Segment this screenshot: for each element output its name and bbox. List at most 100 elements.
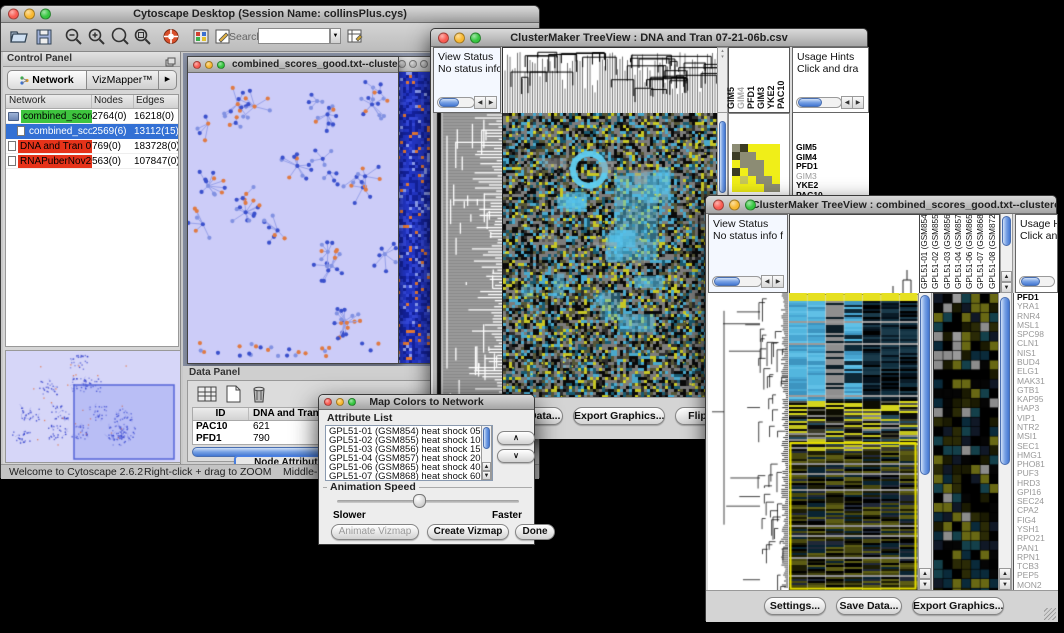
treeview-combined-window: ClusterMaker TreeView : combined_scores_… (705, 195, 1057, 621)
close-button[interactable] (713, 199, 724, 210)
tv2-heatmap-canvas[interactable] (789, 293, 918, 590)
tv2-zoom-vscrollbar[interactable]: ▲ ▼ (998, 293, 1012, 590)
scroll-up-icon[interactable]: ▲ (999, 568, 1011, 579)
network-row[interactable]: DNA and Tran 07769(0)183728(0) (6, 139, 178, 154)
close-button[interactable] (193, 61, 201, 69)
minimize-button[interactable] (24, 9, 35, 20)
zoom-button[interactable] (470, 32, 481, 43)
tv2-labels-vscrollbar[interactable]: ▲ ▼ (1000, 214, 1013, 293)
animate-vizmap-button[interactable]: Animate Vizmap (331, 524, 419, 540)
scroll-right-icon[interactable]: ▶ (772, 275, 784, 288)
tv1-export-graphics-button[interactable]: Export Graphics... (573, 407, 665, 425)
tab-vizmapper[interactable]: VizMapper™ (87, 70, 159, 90)
tv2-column-dendrogram-canvas[interactable] (789, 214, 920, 295)
slower-label: Slower (333, 510, 366, 521)
tv1-heatmap-canvas[interactable] (502, 113, 718, 397)
attribute-table-icon[interactable] (345, 27, 365, 46)
tv2-settings-button[interactable]: Settings... (764, 597, 826, 615)
scroll-right-icon[interactable]: ▶ (485, 96, 497, 109)
tv2-zoom-heatmap-canvas[interactable] (933, 293, 1000, 592)
float-panel-icon[interactable] (165, 54, 176, 64)
resize-grip[interactable] (1044, 608, 1056, 620)
speed-slider-track[interactable] (337, 500, 519, 503)
tv1-usage-scrollbar[interactable]: ◀▶ (796, 96, 864, 109)
minimize-button[interactable] (729, 199, 740, 210)
treeview2-title-bar[interactable]: ClusterMaker TreeView : combined_scores_… (706, 196, 1056, 214)
new-attribute-icon[interactable] (222, 384, 244, 404)
close-button[interactable] (398, 60, 406, 68)
help-ring-icon[interactable] (161, 27, 181, 46)
scroll-down-icon[interactable]: ▼ (482, 471, 491, 480)
tv1-column-dendrogram-canvas[interactable] (502, 47, 719, 115)
zoom-selected-region-icon[interactable] (110, 27, 130, 46)
search-dropdown-arrow-icon[interactable]: ▼ (330, 28, 341, 44)
tv1-status-scrollbar[interactable]: ◀▶ (437, 96, 497, 109)
main-title-bar[interactable]: Cytoscape Desktop (Session Name: collins… (1, 6, 539, 23)
tv2-gene-label[interactable]: MON2 (1014, 581, 1058, 590)
tv2-view-status-panel: View Status No status info f ◀▶ (708, 214, 788, 293)
network-view-canvas[interactable] (188, 73, 398, 363)
close-button[interactable] (438, 32, 449, 43)
minimize-button[interactable] (205, 61, 213, 69)
open-folder-icon[interactable] (9, 27, 29, 46)
move-up-button[interactable]: ∧ (497, 431, 535, 445)
zoom-button[interactable] (348, 398, 356, 406)
dialog-title-bar[interactable]: Map Colors to Network (319, 395, 534, 410)
tv1-row-dendrogram-canvas[interactable] (433, 113, 502, 397)
attribute-table-icon[interactable] (196, 384, 218, 404)
scroll-down-icon[interactable]: ▼ (1001, 282, 1012, 293)
network-row[interactable]: combined_sco2569(6)13112(15) (6, 124, 178, 139)
attribute-list-scrollbar[interactable]: ▲ ▼ (481, 426, 492, 480)
scroll-right-icon[interactable]: ▶ (852, 96, 864, 109)
delete-attribute-icon[interactable] (248, 384, 270, 404)
move-down-button[interactable]: ∨ (497, 449, 535, 463)
tv2-row-dendrogram-canvas[interactable] (708, 293, 788, 590)
close-button[interactable] (8, 9, 19, 20)
close-button[interactable] (324, 398, 332, 406)
zoom-fit-icon[interactable] (133, 27, 153, 46)
treeview1-title-bar[interactable]: ClusterMaker TreeView : DNA and Tran 07-… (431, 29, 867, 47)
minimize-button[interactable] (454, 32, 465, 43)
network-row[interactable]: combined_scores2764(0)16218(0) (6, 109, 178, 124)
tv2-usage-scrollbar[interactable] (1019, 275, 1055, 288)
create-vizmap-button[interactable]: Create Vizmap (427, 524, 509, 540)
scroll-up-icon[interactable]: ▲ (919, 568, 931, 579)
done-button[interactable]: Done (515, 524, 555, 540)
tv2-column-label[interactable]: GPL51-08 (GSM872) (989, 215, 1000, 292)
zoom-button[interactable] (40, 9, 51, 20)
zoom-button[interactable] (217, 61, 225, 69)
speed-slider-thumb[interactable] (413, 494, 426, 508)
scroll-down-icon[interactable]: ▼ (999, 579, 1011, 590)
zoom-button[interactable] (745, 199, 756, 210)
scroll-down-icon[interactable]: ▼ (919, 579, 931, 590)
network-row[interactable]: RNAPuberNov2+!563(0)107847(0) (6, 154, 178, 169)
tv1-column-label[interactable]: PAC10 (779, 48, 789, 112)
tv1-view-status-panel: View Status No status info f ◀▶ (433, 47, 501, 113)
zoom-in-icon[interactable] (87, 27, 107, 46)
scroll-up-icon[interactable]: ▲ (482, 462, 491, 471)
minimize-button[interactable] (336, 398, 344, 406)
col-nodes[interactable]: Nodes (92, 95, 134, 108)
tv2-save-data-button[interactable]: Save Data... (836, 597, 902, 615)
tv2-status-scrollbar[interactable]: ◀▶ (712, 275, 784, 288)
network-overview-canvas[interactable] (5, 350, 181, 463)
vizmapper-icon[interactable] (191, 27, 211, 46)
tv1-zoom-matrix[interactable] (732, 144, 780, 192)
search-input[interactable] (258, 28, 330, 44)
tab-network[interactable]: Network (7, 70, 87, 90)
scroll-up-icon[interactable]: ▲ (1001, 271, 1012, 282)
tv2-heatmap-vscrollbar[interactable]: ▲ ▼ (918, 293, 932, 590)
tab-overflow-button[interactable]: ▶ (159, 70, 177, 90)
tv2-column-label[interactable]: GPL51-02 (GSM855) (932, 215, 943, 292)
zoom-button[interactable] (420, 60, 428, 68)
zoom-out-icon[interactable] (64, 27, 84, 46)
treeview2-title: ClusterMaker TreeView : combined_scores_… (706, 196, 1056, 214)
data-col-id[interactable]: ID (193, 408, 249, 420)
col-edges[interactable]: Edges (134, 95, 178, 108)
tv2-column-label[interactable]: GPL51-07 (GSM868) (977, 215, 988, 292)
tv2-export-graphics-button[interactable]: Export Graphics... (912, 597, 1004, 615)
col-network[interactable]: Network (6, 95, 92, 108)
minimize-button[interactable] (409, 60, 417, 68)
save-icon[interactable] (34, 27, 54, 46)
attribute-list-item[interactable]: GPL51-07 (GSM868) heat shock 60 min (326, 472, 492, 481)
